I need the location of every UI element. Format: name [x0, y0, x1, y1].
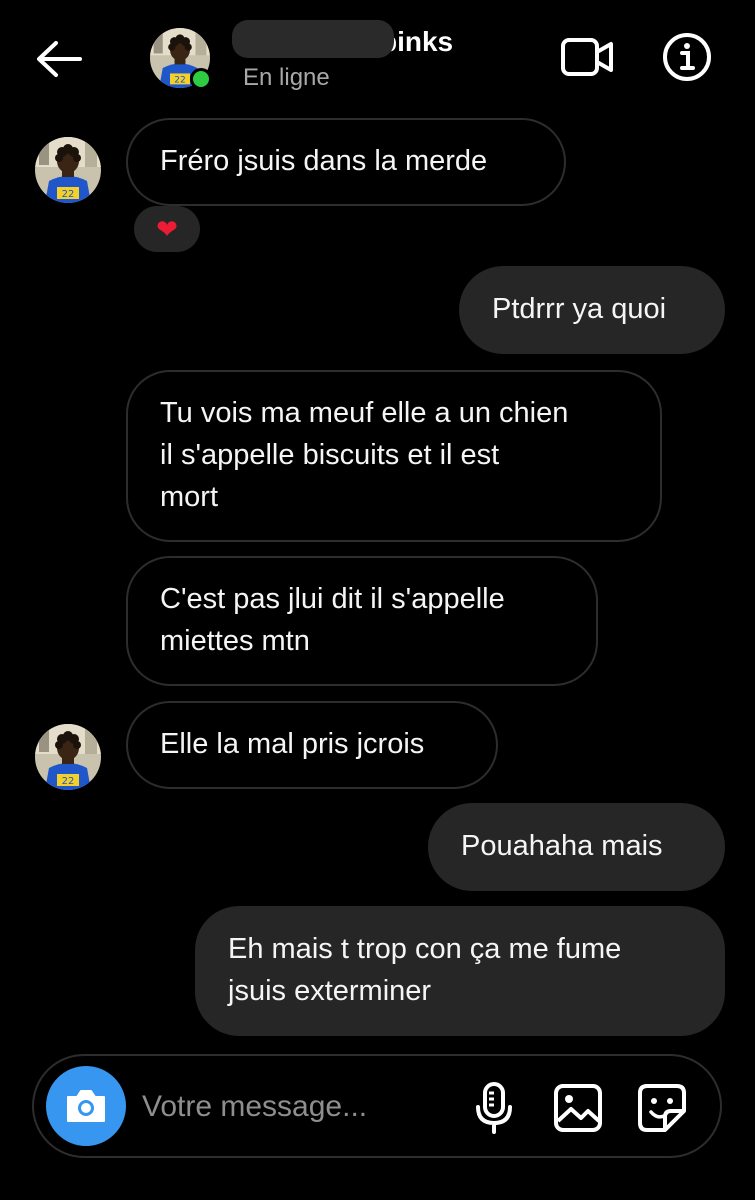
- arrow-left-icon: [37, 41, 82, 77]
- video-camera-icon: [561, 38, 613, 76]
- voice-message-button[interactable]: [470, 1080, 518, 1136]
- message-bubble-sent[interactable]: Ptdrrr ya quoi: [459, 266, 725, 354]
- sticker-button[interactable]: [634, 1080, 690, 1136]
- message-bubble-received[interactable]: Fréro jsuis dans la merde: [126, 118, 566, 206]
- avatar[interactable]: [35, 137, 101, 203]
- message-bubble-sent[interactable]: Pouahaha mais: [428, 803, 725, 891]
- heart-reaction[interactable]: ❤: [134, 206, 200, 252]
- camera-icon: [67, 1090, 105, 1122]
- message-bubble-received[interactable]: Elle la mal pris jcrois: [126, 701, 498, 789]
- back-button[interactable]: [30, 30, 88, 88]
- info-button[interactable]: [658, 28, 716, 86]
- contact-avatar[interactable]: [150, 28, 212, 90]
- video-call-button[interactable]: [558, 32, 616, 82]
- name-redaction: [232, 20, 394, 58]
- chat-screen: binks En ligne Fréro jsuis dans la merde…: [0, 0, 755, 1200]
- image-icon: [554, 1084, 602, 1132]
- online-status: En ligne: [243, 64, 330, 91]
- heart-icon: ❤: [156, 213, 178, 244]
- camera-button[interactable]: [46, 1066, 126, 1146]
- sticker-icon: [638, 1084, 686, 1132]
- message-input[interactable]: [142, 1082, 442, 1132]
- message-bubble-received[interactable]: Tu vois ma meuf elle a un chien il s'app…: [126, 370, 662, 542]
- message-bubble-received[interactable]: C'est pas jlui dit il s'appelle miettes …: [126, 556, 598, 686]
- info-icon: [663, 33, 711, 81]
- avatar[interactable]: [35, 724, 101, 790]
- gallery-button[interactable]: [550, 1080, 606, 1136]
- microphone-icon: [476, 1082, 512, 1134]
- online-indicator: [190, 68, 212, 90]
- message-composer: [32, 1054, 722, 1158]
- message-bubble-sent[interactable]: Eh mais t trop con ça me fume jsuis exte…: [195, 906, 725, 1036]
